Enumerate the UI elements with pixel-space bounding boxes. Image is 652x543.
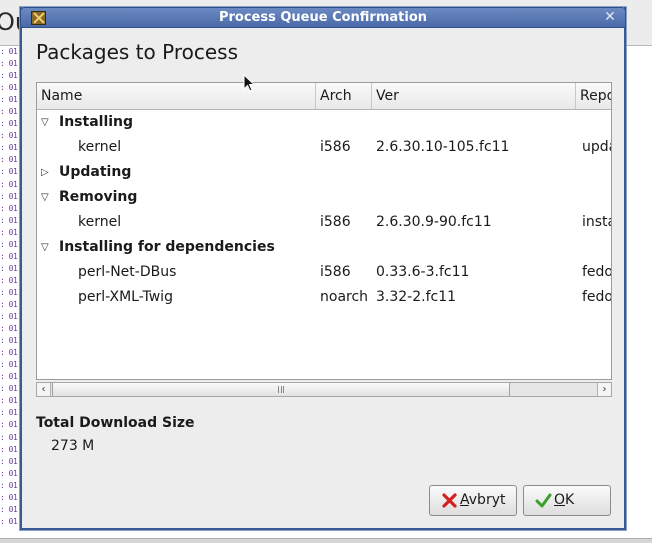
expander-expanded-icon[interactable]: ▽ [41, 235, 51, 260]
background-log: : 01 : 01 : 01 : 01 : 01 : 01 : 01 : 01 : 01 : 01… [0, 46, 22, 526]
package-arch: i586 [320, 214, 351, 230]
package-repo: insta [582, 214, 611, 230]
package-version: 2.6.30.9-90.fc11 [376, 214, 492, 230]
log-line: : 01 [0, 287, 18, 297]
log-line: : 01 [0, 215, 18, 225]
log-line: : 01 [0, 396, 18, 406]
log-line: : 01 [0, 191, 18, 201]
package-name: perl-Net-DBus [78, 264, 177, 280]
cancel-button-label: Avbryt [460, 492, 506, 508]
package-repo: fedo [582, 264, 612, 280]
log-line: : 01 [0, 348, 18, 358]
tree-group-row[interactable]: ▷ Updating [37, 160, 611, 185]
log-line: : 01 [0, 408, 18, 418]
package-tree[interactable]: Name Arch Ver Repo ▽ Installing kernel i… [36, 82, 612, 380]
scrollbar-thumb[interactable] [52, 383, 510, 396]
scroll-left-icon[interactable]: ‹ [37, 383, 51, 396]
log-line: : 01 [0, 119, 18, 129]
close-icon[interactable]: ✕ [601, 10, 619, 25]
log-line: : 01 [0, 275, 18, 285]
column-header-repo[interactable]: Repo [576, 83, 611, 109]
log-line: : 01 [0, 336, 18, 346]
log-line: : 01 [0, 47, 18, 56]
background-statusbar [0, 538, 652, 543]
group-label: Removing [59, 189, 138, 205]
cancel-icon [442, 493, 457, 508]
log-line: : 01 [0, 480, 18, 490]
tree-group-row[interactable]: ▽ Removing [37, 185, 611, 210]
tree-group-row[interactable]: ▽ Installing [37, 110, 611, 135]
table-row[interactable]: perl-XML-Twig noarch 3.32-2.fc11 fedo [37, 285, 612, 310]
log-line: : 01 [0, 239, 18, 249]
tree-group-row[interactable]: ▽ Installing for dependencies [37, 235, 611, 260]
table-row[interactable]: perl-Net-DBus i586 0.33.6-3.fc11 fedo [37, 260, 612, 285]
package-repo: fedo [582, 289, 612, 305]
log-line: : 01 [0, 468, 18, 478]
checkmark-icon [535, 493, 552, 508]
download-size-label: Total Download Size [36, 415, 195, 431]
package-arch: i586 [320, 139, 351, 155]
log-line: : 01 [0, 203, 18, 213]
scroll-right-icon[interactable]: › [597, 383, 611, 396]
log-line: : 01 [0, 299, 18, 309]
ok-button-label: OK [554, 492, 575, 508]
dialog-titlebar[interactable]: Process Queue Confirmation ✕ [20, 7, 626, 28]
log-line: : 01 [0, 167, 18, 177]
table-row[interactable]: kernel i586 2.6.30.9-90.fc11 insta [37, 210, 611, 235]
group-label: Installing [59, 114, 134, 130]
log-line: : 01 [0, 59, 18, 69]
log-line: : 01 [0, 360, 18, 370]
log-line: : 01 [0, 83, 18, 93]
log-line: : 01 [0, 107, 18, 117]
ok-button[interactable]: OK [523, 485, 611, 516]
log-line: : 01 [0, 516, 18, 526]
package-name: kernel [78, 214, 122, 230]
log-line: : 01 [0, 179, 18, 189]
package-name: perl-XML-Twig [78, 289, 173, 305]
column-header-ver[interactable]: Ver [372, 83, 576, 109]
log-line: : 01 [0, 263, 18, 273]
package-version: 0.33.6-3.fc11 [376, 264, 470, 280]
log-line: : 01 [0, 492, 18, 502]
group-label: Installing for dependencies [59, 239, 275, 255]
log-line: : 01 [0, 444, 18, 454]
log-line: : 01 [0, 504, 18, 514]
log-line: : 01 [0, 420, 18, 430]
log-line: : 01 [0, 384, 18, 394]
package-version: 2.6.30.10-105.fc11 [376, 139, 510, 155]
grip-icon [278, 386, 284, 393]
log-line: : 01 [0, 227, 18, 237]
log-line: : 01 [0, 95, 18, 105]
dialog-title: Process Queue Confirmation [218, 10, 428, 25]
page-title: Packages to Process [36, 40, 238, 64]
horizontal-scrollbar[interactable]: ‹ › [36, 382, 612, 397]
download-size-value: 273 M [51, 438, 95, 454]
package-version: 3.32-2.fc11 [376, 289, 457, 305]
package-name: kernel [78, 139, 122, 155]
log-line: : 01 [0, 312, 18, 322]
log-line: : 01 [0, 372, 18, 382]
log-line: : 01 [0, 456, 18, 466]
expander-expanded-icon[interactable]: ▽ [41, 110, 51, 135]
expander-expanded-icon[interactable]: ▽ [41, 185, 51, 210]
log-line: : 01 [0, 71, 18, 81]
table-row[interactable]: kernel i586 2.6.30.10-105.fc11 upda [37, 135, 611, 160]
column-header-name[interactable]: Name [37, 83, 316, 109]
group-label: Updating [59, 164, 132, 180]
column-header-arch[interactable]: Arch [316, 83, 372, 109]
package-repo: upda [582, 139, 611, 155]
package-arch: i586 [320, 264, 351, 280]
log-line: : 01 [0, 324, 18, 334]
cancel-button[interactable]: Avbryt [429, 485, 517, 516]
package-arch: noarch [320, 289, 369, 305]
mouse-pointer-icon [243, 74, 255, 92]
expander-collapsed-icon[interactable]: ▷ [41, 160, 51, 185]
tree-header: Name Arch Ver Repo [37, 83, 611, 110]
log-line: : 01 [0, 131, 18, 141]
process-queue-dialog: Process Queue Confirmation ✕ Packages to… [20, 7, 626, 530]
log-line: : 01 [0, 432, 18, 442]
log-line: : 01 [0, 155, 18, 165]
log-line: : 01 [0, 143, 18, 153]
log-line: : 01 [0, 251, 18, 261]
